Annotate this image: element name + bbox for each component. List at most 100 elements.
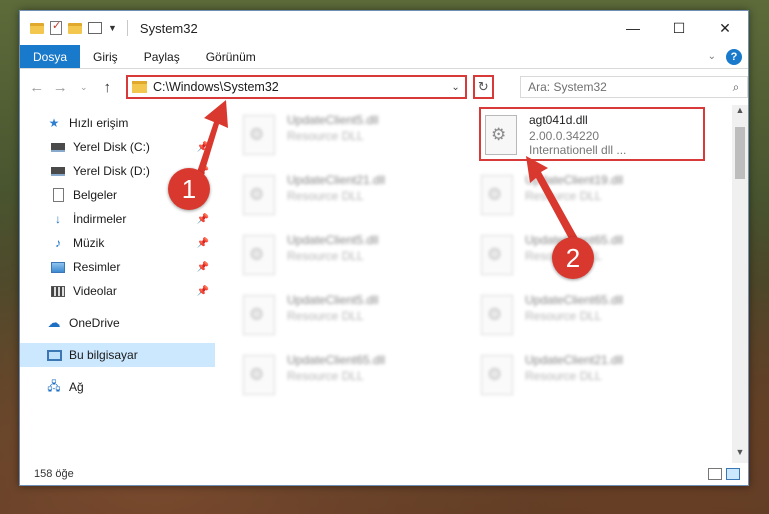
pin-icon[interactable]: 📌 [197,142,209,153]
close-button[interactable]: ✕ [702,11,748,45]
pin-icon[interactable]: 📌 [197,286,209,297]
pictures-icon [51,261,65,273]
recent-locations-icon[interactable]: ⌄ [75,82,93,93]
search-box[interactable]: Ara: System32 ⌕ [520,76,748,98]
file-description: Resource DLL [525,309,602,323]
tab-file[interactable]: Dosya [20,45,81,68]
file-tile-selected[interactable]: agt041d.dll 2.00.0.34220 Internationell … [479,107,705,161]
drive-icon [51,166,65,176]
sidebar-item-label: Yerel Disk (C:) [73,140,150,154]
file-description: Resource DLL [287,129,364,143]
sidebar-item-label: Bu bilgisayar [69,348,138,362]
file-name: UpdateClient5.dll [287,113,379,127]
scrollbar-thumb[interactable] [735,127,745,179]
large-icons-view-icon[interactable] [726,468,740,480]
file-tile[interactable]: UpdateClient21.dll Resource DLL [243,171,463,227]
title-bar: ▼ System32 — ☐ ✕ [20,11,748,45]
details-view-icon[interactable] [708,468,722,480]
window-title: System32 [139,20,198,36]
view-icon[interactable] [88,22,102,34]
scroll-up-icon[interactable]: ▲ [732,105,748,121]
sidebar-item-label: Ağ [69,380,84,394]
file-description: Resource DLL [525,369,602,383]
sidebar-item-onedrive[interactable]: ☁ OneDrive [20,311,215,335]
sidebar-item-label: Müzik [73,236,105,250]
sidebar-item-quick-access[interactable]: ★ Hızlı erişim [20,111,215,135]
sidebar-item-network[interactable]: 🖧 Ağ [20,375,215,399]
tab-home[interactable]: Giriş [80,45,131,68]
properties-icon[interactable] [50,19,62,35]
drive-icon [51,142,65,152]
file-name: UpdateClient5.dll [287,293,379,307]
dll-file-icon [243,175,275,215]
file-explorer-window: ▼ System32 — ☐ ✕ Dosya Giriş Paylaş Görü… [19,10,749,486]
sidebar-item-label: Belgeler [73,188,118,202]
file-name: UpdateClient5.dll [287,233,379,247]
file-tile[interactable]: UpdateClient65.dll Resource DLL [481,291,701,347]
tab-view[interactable]: Görünüm [193,45,269,68]
pin-icon[interactable]: 📌 [197,214,209,225]
file-tile[interactable]: UpdateClient21.dll Resource DLL [481,351,701,407]
dll-file-icon [481,235,513,275]
expand-ribbon-icon[interactable]: ⌄ [708,51,716,62]
dll-file-icon [485,115,517,155]
address-path[interactable]: C:\Windows\System32 [153,80,447,94]
sidebar-item-downloads[interactable]: ↓ İndirmeler 📌 [20,207,215,231]
file-name: UpdateClient19.dll [525,173,624,187]
pin-icon[interactable]: 📌 [197,262,209,273]
sidebar-item-label: Resimler [73,260,121,274]
content-area: ★ Hızlı erişim Yerel Disk (C:) 📌 Yerel D… [20,105,748,463]
address-dropdown-icon[interactable]: ⌄ [447,82,465,93]
sidebar-item-music[interactable]: ♪ Müzik 📌 [20,231,215,255]
folder-icon[interactable] [30,22,44,34]
quick-access-toolbar: ▼ [30,19,132,36]
sidebar-item-label: İndirmeler [73,212,127,226]
customize-dropdown-icon[interactable]: ▼ [108,23,117,33]
tab-share[interactable]: Paylaş [131,45,193,68]
file-tile[interactable]: UpdateClient19.dll Resource DLL [481,171,701,227]
file-name: UpdateClient65.dll [287,353,386,367]
sidebar-item-videos[interactable]: Videolar 📌 [20,279,215,303]
vertical-scrollbar[interactable]: ▲ ▼ [732,105,748,463]
address-bar[interactable]: C:\Windows\System32 ⌄ [126,75,467,99]
pin-icon[interactable]: 📌 [197,238,209,249]
sidebar-item-local-disk-c[interactable]: Yerel Disk (C:) 📌 [20,135,215,159]
file-name: UpdateClient65.dll [525,293,624,307]
file-name: UpdateClient21.dll [287,173,386,187]
file-description: Resource DLL [287,249,364,263]
search-placeholder[interactable]: Ara: System32 [528,80,725,94]
file-tile[interactable]: UpdateClient5.dll Resource DLL [243,231,463,287]
file-name: agt041d.dll [529,113,588,127]
sidebar-item-this-pc[interactable]: Bu bilgisayar [20,343,215,367]
step-callout-2: 2 [552,237,594,279]
refresh-button[interactable]: ↻ [472,75,495,99]
help-icon[interactable]: ? [726,48,742,65]
new-folder-icon[interactable] [68,22,82,34]
navigation-pane: ★ Hızlı erişim Yerel Disk (C:) 📌 Yerel D… [20,105,215,463]
dll-file-icon [243,235,275,275]
file-tile[interactable]: UpdateClient5.dll Resource DLL [243,291,463,347]
file-description: Resource DLL [287,309,364,323]
file-description: Internationell dll ... [529,143,627,157]
file-list: UpdateClient5.dll Resource DLL agt041d.dl… [215,105,748,463]
file-tile[interactable]: UpdateClient5.dll Resource DLL [243,111,463,167]
dll-file-icon [243,355,275,395]
file-tile[interactable]: UpdateClient65.dll Resource DLL [243,351,463,407]
scroll-down-icon[interactable]: ▼ [732,447,748,463]
cloud-icon: ☁ [47,315,61,330]
up-button[interactable]: ↑ [99,79,117,96]
search-icon[interactable]: ⌕ [725,80,747,95]
sidebar-item-label: Videolar [73,284,117,298]
maximize-button[interactable]: ☐ [656,11,702,45]
folder-icon [132,81,147,93]
forward-button[interactable]: → [52,79,70,96]
item-count: 158 öğe [34,468,74,480]
dll-file-icon [481,175,513,215]
dll-file-icon [481,295,513,335]
minimize-button[interactable]: — [610,11,656,45]
sidebar-item-pictures[interactable]: Resimler 📌 [20,255,215,279]
file-name: UpdateClient21.dll [525,353,624,367]
back-button[interactable]: ← [28,79,46,96]
computer-icon [46,349,62,361]
videos-icon [51,285,65,297]
